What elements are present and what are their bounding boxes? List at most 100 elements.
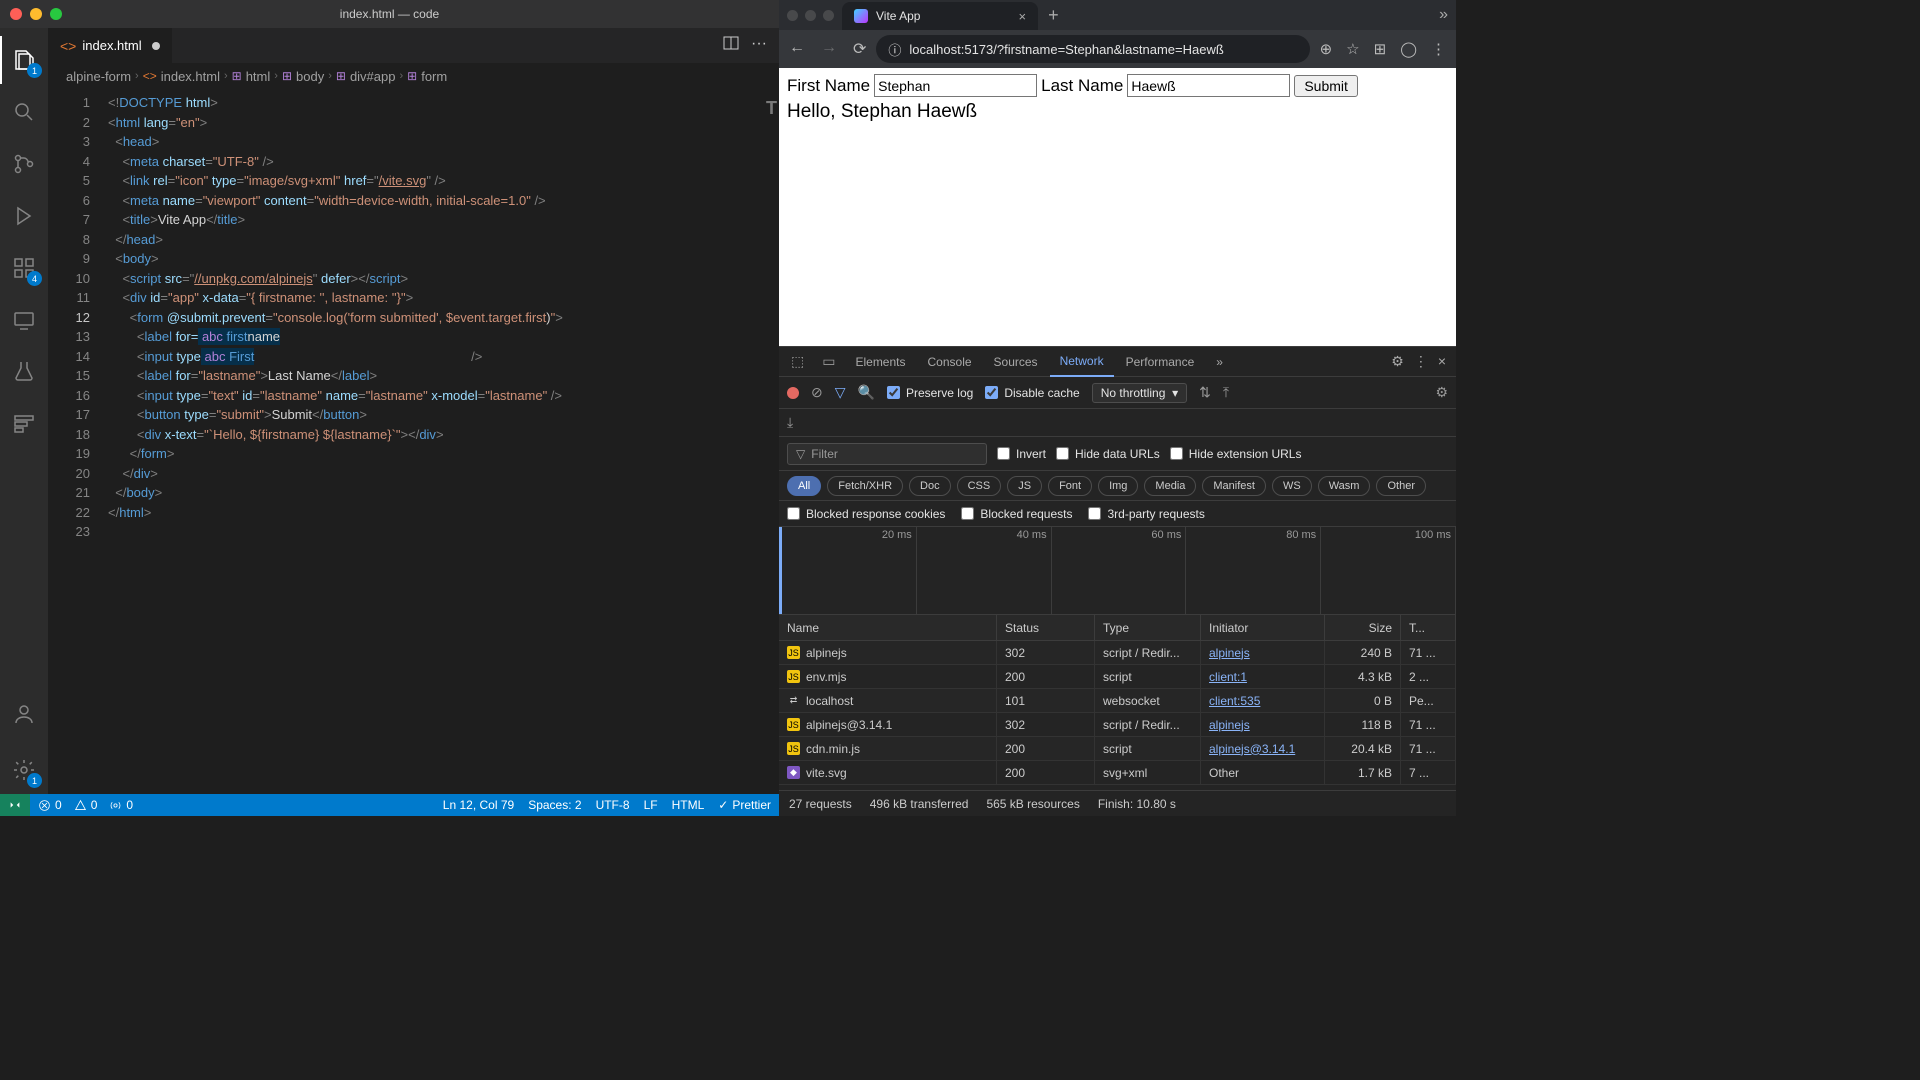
bookmark-icon[interactable]: ☆	[1346, 40, 1359, 58]
remote-indicator[interactable]	[0, 794, 30, 816]
zoom-window-icon[interactable]	[823, 10, 834, 21]
settings-icon[interactable]: ⚙	[1435, 384, 1448, 401]
encoding[interactable]: UTF-8	[596, 798, 630, 812]
filter-chip-img[interactable]: Img	[1098, 476, 1138, 496]
tab-more[interactable]: »	[1206, 347, 1233, 377]
settings-icon[interactable]: ⚙	[1391, 353, 1404, 370]
search-icon[interactable]: 🔍	[858, 384, 875, 401]
clear-icon[interactable]: ⊘	[811, 384, 823, 401]
breadcrumb[interactable]: alpine-form› <> index.html› ⊞ html› ⊞ bo…	[48, 63, 779, 89]
tab-network[interactable]: Network	[1050, 347, 1114, 377]
filter-chip-other[interactable]: Other	[1376, 476, 1426, 496]
throttling-select[interactable]: No throttling ▾	[1092, 383, 1187, 403]
filter-chip-manifest[interactable]: Manifest	[1202, 476, 1266, 496]
remote-icon[interactable]	[0, 296, 48, 344]
blocked-requests-check[interactable]: Blocked requests	[961, 507, 1072, 521]
table-row[interactable]: JSalpinejs302script / Redir...alpinejs24…	[779, 641, 1456, 665]
code-content[interactable]: <!DOCTYPE html><html lang="en"> <head> <…	[108, 89, 779, 794]
table-row[interactable]: JScdn.min.js200scriptalpinejs@3.14.120.4…	[779, 737, 1456, 761]
editor[interactable]: 1234567891011121314151617181920212223 <!…	[48, 89, 779, 794]
dock-icon[interactable]: ⋮	[1414, 353, 1428, 370]
table-row[interactable]: ◆vite.svg200svg+xmlOther1.7 kB7 ...	[779, 761, 1456, 785]
filter-input[interactable]: ▽ Filter	[787, 443, 987, 465]
address-bar[interactable]: ⓘ localhost:5173/?firstname=Stephan&last…	[876, 35, 1309, 63]
port-count[interactable]: 0	[109, 798, 133, 812]
cursor-position[interactable]: Ln 12, Col 79	[443, 798, 514, 812]
import-icon[interactable]: ⤒	[1223, 384, 1229, 401]
minimize-window-icon[interactable]	[805, 10, 816, 21]
filter-chip-wasm[interactable]: Wasm	[1318, 476, 1371, 496]
close-devtools-icon[interactable]: ×	[1438, 353, 1446, 370]
filter-chip-css[interactable]: CSS	[957, 476, 1002, 496]
network-timeline[interactable]: 20 ms40 ms60 ms80 ms100 ms	[779, 527, 1456, 615]
profile-icon[interactable]: ◯	[1400, 40, 1417, 58]
blocked-cookies-check[interactable]: Blocked response cookies	[787, 507, 945, 521]
search-icon[interactable]	[0, 88, 48, 136]
breadcrumb-item[interactable]: html	[246, 69, 271, 84]
col-type[interactable]: Type	[1095, 615, 1201, 640]
settings-icon[interactable]: 1	[0, 746, 48, 794]
back-icon[interactable]: ←	[789, 39, 805, 59]
run-debug-icon[interactable]	[0, 192, 48, 240]
submit-button[interactable]: Submit	[1294, 75, 1358, 97]
table-row[interactable]: JSenv.mjs200scriptclient:14.3 kB2 ...	[779, 665, 1456, 689]
download-icon[interactable]: ⤓	[787, 414, 793, 431]
tab-elements[interactable]: Elements	[845, 347, 915, 377]
inspect-icon[interactable]: ⬚	[783, 353, 812, 370]
network-conditions-icon[interactable]: ⇅	[1199, 384, 1211, 401]
col-initiator[interactable]: Initiator	[1201, 615, 1325, 640]
record-icon[interactable]	[787, 387, 799, 399]
filter-chip-ws[interactable]: WS	[1272, 476, 1312, 496]
explorer-icon[interactable]: 1	[0, 36, 48, 84]
split-editor-icon[interactable]	[723, 35, 739, 56]
filter-toggle-icon[interactable]: ▽	[835, 384, 846, 401]
account-icon[interactable]	[0, 690, 48, 738]
source-control-icon[interactable]	[0, 140, 48, 188]
col-status[interactable]: Status	[997, 615, 1095, 640]
indent-setting[interactable]: Spaces: 2	[528, 798, 581, 812]
site-info-icon[interactable]: ⓘ	[888, 40, 901, 59]
prettier-status[interactable]: ✓Prettier	[718, 798, 771, 812]
hide-ext-urls-check[interactable]: Hide extension URLs	[1170, 447, 1302, 461]
editor-tab[interactable]: <> index.html	[48, 28, 172, 63]
errors-count[interactable]: 0	[38, 798, 62, 812]
third-party-check[interactable]: 3rd-party requests	[1088, 507, 1204, 521]
disable-cache-check[interactable]: Disable cache	[985, 386, 1079, 400]
minimize-window-icon[interactable]	[30, 8, 42, 20]
close-window-icon[interactable]	[787, 10, 798, 21]
extensions-icon[interactable]: 4	[0, 244, 48, 292]
invert-check[interactable]: Invert	[997, 447, 1046, 461]
zoom-icon[interactable]: ⊕	[1320, 40, 1333, 58]
col-time[interactable]: T...	[1401, 615, 1456, 640]
hide-data-urls-check[interactable]: Hide data URLs	[1056, 447, 1160, 461]
filter-chip-font[interactable]: Font	[1048, 476, 1092, 496]
timeline-icon[interactable]	[0, 400, 48, 448]
reload-icon[interactable]: ⟳	[853, 39, 866, 59]
test-icon[interactable]	[0, 348, 48, 396]
filter-chip-fetchxhr[interactable]: Fetch/XHR	[827, 476, 903, 496]
zoom-window-icon[interactable]	[50, 8, 62, 20]
tab-console[interactable]: Console	[918, 347, 982, 377]
preserve-log-check[interactable]: Preserve log	[887, 386, 973, 400]
forward-icon[interactable]: →	[821, 39, 837, 59]
col-size[interactable]: Size	[1325, 615, 1401, 640]
breadcrumb-item[interactable]: alpine-form	[66, 69, 131, 84]
breadcrumb-item[interactable]: index.html	[161, 69, 220, 84]
language-mode[interactable]: HTML	[672, 798, 705, 812]
minimap[interactable]: T	[764, 89, 779, 794]
close-window-icon[interactable]	[10, 8, 22, 20]
tab-performance[interactable]: Performance	[1116, 347, 1205, 377]
filter-chip-doc[interactable]: Doc	[909, 476, 951, 496]
browser-tab[interactable]: Vite App ×	[842, 2, 1038, 30]
col-name[interactable]: Name	[779, 615, 997, 640]
device-icon[interactable]: ▭	[814, 353, 843, 370]
breadcrumb-item[interactable]: form	[421, 69, 447, 84]
window-menu-icon[interactable]: »	[1439, 6, 1448, 24]
more-actions-icon[interactable]: ···	[751, 35, 767, 56]
extensions-icon[interactable]: ⊞	[1374, 40, 1387, 58]
menu-icon[interactable]: ⋮	[1431, 40, 1446, 58]
table-row[interactable]: JSalpinejs@3.14.1302script / Redir...alp…	[779, 713, 1456, 737]
table-row[interactable]: ⇄localhost101websocketclient:5350 BPe...	[779, 689, 1456, 713]
breadcrumb-item[interactable]: div#app	[350, 69, 396, 84]
breadcrumb-item[interactable]: body	[296, 69, 324, 84]
